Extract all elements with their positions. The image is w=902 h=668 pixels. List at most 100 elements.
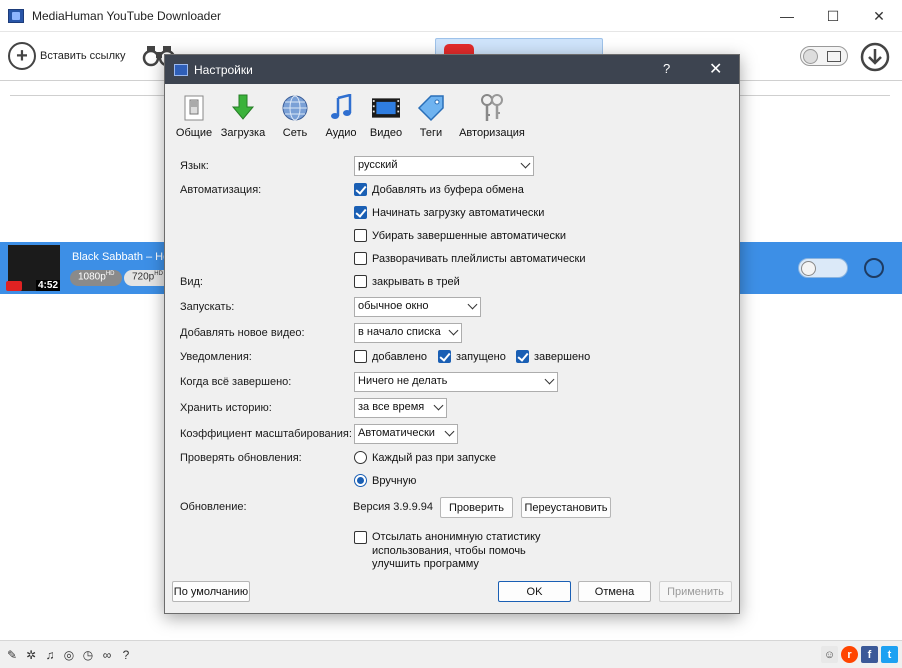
- facebook-icon[interactable]: f: [861, 646, 878, 663]
- chevron-down-icon: [520, 158, 531, 169]
- tab-download[interactable]: Загрузка: [215, 93, 271, 139]
- stats-line-2: использования, чтобы помочь: [372, 544, 526, 557]
- radio-circle: [354, 451, 367, 464]
- reddit-icon[interactable]: r: [841, 646, 858, 663]
- tab-general[interactable]: Общие: [173, 93, 215, 139]
- checkbox-box: [438, 350, 451, 363]
- checkbox-box: [354, 183, 367, 196]
- apply-button[interactable]: Применить: [659, 581, 732, 602]
- chevron-down-icon: [444, 426, 455, 437]
- history-select[interactable]: за все время: [354, 398, 447, 418]
- version-text: Версия 3.9.9.94: [353, 501, 433, 513]
- paste-link-button[interactable]: + Вставить ссылку: [8, 42, 125, 70]
- row-video-toggle[interactable]: [798, 258, 848, 278]
- help-icon[interactable]: ?: [119, 648, 133, 662]
- download-circle-icon: [860, 42, 890, 72]
- toggle-knob: [801, 261, 816, 276]
- settings-tabs: Общие Загрузка Сеть Аудио Видео Теги Авт…: [173, 93, 531, 139]
- tab-video[interactable]: Видео: [363, 93, 409, 139]
- defaults-button[interactable]: По умолчанию: [172, 581, 250, 602]
- paste-link-label: Вставить ссылку: [40, 50, 126, 62]
- autoremove-checkbox[interactable]: Убирать завершенные автоматически: [354, 229, 566, 242]
- ok-button[interactable]: OK: [498, 581, 571, 602]
- launch-value: обычное окно: [358, 300, 429, 312]
- reinstall-button[interactable]: Переустановить: [521, 497, 611, 518]
- checkbox-box: [354, 531, 367, 544]
- hd-badge: HD: [105, 271, 115, 277]
- history-value: за все время: [358, 401, 425, 413]
- tab-label: Загрузка: [220, 127, 266, 139]
- tab-label: Видео: [369, 127, 403, 139]
- checkbox-label: закрывать в трей: [372, 275, 460, 288]
- download-all-button[interactable]: [860, 42, 890, 75]
- music-note-icon: [327, 93, 355, 123]
- language-label: Язык:: [180, 160, 209, 172]
- pin-icon[interactable]: ✎: [5, 648, 19, 662]
- video-thumbnail: 4:52: [6, 245, 60, 291]
- anonymous-stats-checkbox[interactable]: Отсылать анонимную статистику использова…: [354, 531, 541, 572]
- expand-playlists-checkbox[interactable]: Разворачивать плейлисты автоматически: [354, 252, 586, 265]
- clipboard-checkbox[interactable]: Добавлять из буфера обмена: [354, 183, 524, 196]
- language-value: русский: [358, 159, 398, 171]
- language-select[interactable]: русский: [354, 156, 534, 176]
- dialog-close-button[interactable]: ✕: [709, 59, 722, 79]
- maximize-button[interactable]: ☐: [810, 0, 856, 32]
- tab-label: Сеть: [282, 127, 308, 139]
- clock-icon[interactable]: ◷: [81, 648, 95, 662]
- radio-label: Каждый раз при запуске: [372, 451, 496, 464]
- check-update-button[interactable]: Проверить: [440, 497, 513, 518]
- tray-checkbox[interactable]: закрывать в трей: [354, 275, 460, 288]
- quality-chip-1080[interactable]: 1080pHD: [70, 270, 123, 286]
- tab-tags[interactable]: Теги: [409, 93, 453, 139]
- checkbox-box: [516, 350, 529, 363]
- checkbox-label: Убирать завершенные автоматически: [372, 229, 566, 242]
- switch-icon: [180, 93, 208, 123]
- checkbox-box: [354, 206, 367, 219]
- video-mode-toggle[interactable]: [800, 46, 848, 66]
- stats-line-3: улучшить программу: [372, 558, 479, 570]
- view-label: Вид:: [180, 276, 203, 288]
- zoom-select[interactable]: Автоматически: [354, 424, 458, 444]
- radio-circle: [354, 474, 367, 487]
- app-logo-icon: [8, 8, 24, 23]
- tab-authorization[interactable]: Авторизация: [453, 93, 531, 139]
- checkbox-box: [354, 252, 367, 265]
- tab-network[interactable]: Сеть: [271, 93, 319, 139]
- update-manual-radio[interactable]: Вручную: [354, 474, 416, 487]
- cancel-button[interactable]: Отмена: [578, 581, 651, 602]
- globe-icon: [281, 93, 309, 123]
- tab-label: Теги: [419, 127, 443, 139]
- twitter-icon[interactable]: t: [881, 646, 898, 663]
- help-button[interactable]: ?: [663, 61, 670, 76]
- video-duration: 4:52: [35, 280, 60, 291]
- launch-select[interactable]: обычное окно: [354, 297, 481, 317]
- update-label: Обновление:: [180, 501, 247, 513]
- notify-started-checkbox[interactable]: запущено: [438, 350, 506, 363]
- notifications-label: Уведомления:: [180, 351, 252, 363]
- close-button[interactable]: ✕: [856, 0, 902, 32]
- checkbox-label: Добавлять из буфера обмена: [372, 183, 524, 196]
- checkbox-label: Разворачивать плейлисты автоматически: [372, 252, 586, 265]
- film-icon: [827, 51, 841, 62]
- music-icon[interactable]: ♫: [43, 648, 57, 662]
- window-title: MediaHuman YouTube Downloader: [32, 8, 222, 23]
- add-new-select[interactable]: в начало списка: [354, 323, 462, 343]
- tab-audio[interactable]: Аудио: [319, 93, 363, 139]
- notify-finished-checkbox[interactable]: завершено: [516, 350, 590, 363]
- checkbox-box: [354, 229, 367, 242]
- gear-icon[interactable]: ✲: [24, 648, 38, 662]
- history-label: Хранить историю:: [180, 402, 272, 414]
- row-download-icon[interactable]: [864, 258, 884, 278]
- binoculars-small-icon[interactable]: ∞: [100, 648, 114, 662]
- chevron-down-icon: [544, 374, 555, 385]
- autostart-checkbox[interactable]: Начинать загрузку автоматически: [354, 206, 544, 219]
- snail-icon[interactable]: ◎: [62, 648, 76, 662]
- when-done-select[interactable]: Ничего не делать: [354, 372, 558, 392]
- minimize-button[interactable]: —: [764, 0, 810, 32]
- robot-icon[interactable]: ☺: [821, 646, 838, 663]
- notify-added-checkbox[interactable]: добавлено: [354, 350, 427, 363]
- update-on-start-radio[interactable]: Каждый раз при запуске: [354, 451, 496, 464]
- tab-label: Авторизация: [459, 127, 525, 139]
- checkbox-box: [354, 350, 367, 363]
- stats-line-1: Отсылать анонимную статистику: [372, 531, 541, 543]
